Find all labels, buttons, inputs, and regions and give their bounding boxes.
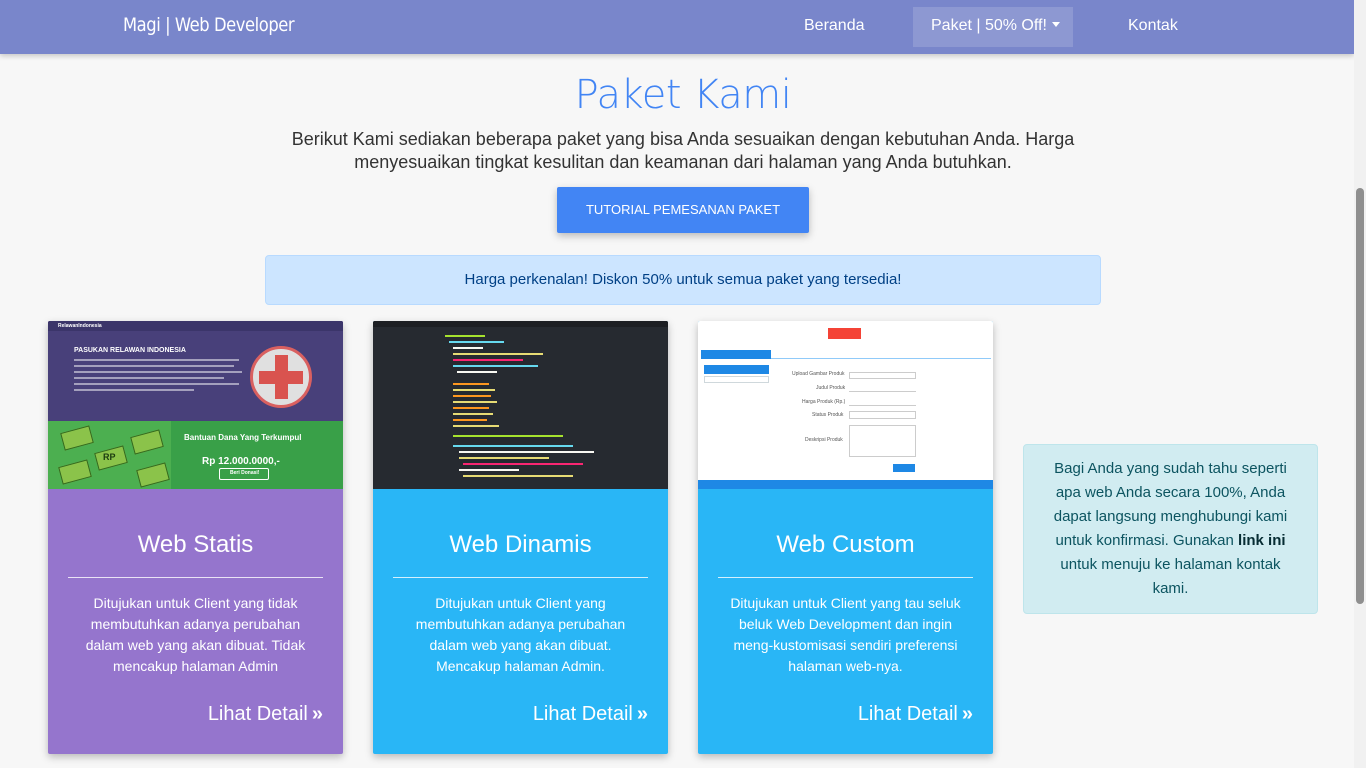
thumb-heading: PASUKAN RELAWAN INDONESIA [74,347,186,354]
package-card-custom: Upload Gambar Produk Judul Produk Harga … [698,321,993,754]
thumb-nav-brand: RelawanIndonesia [58,323,102,329]
card-thumbnail: RelawanIndonesia PASUKAN RELAWAN INDONES… [48,321,343,489]
code-editor-graphic [445,335,594,477]
card-detail-label: Lihat Detail [207,703,308,725]
card-description: Ditujukan untuk Client yang membutuhkan … [415,595,626,674]
package-card-dinamis: Web Dinamis Ditujukan untuk Client yang … [373,321,668,754]
page-lead: Berikut Kami sediakan beberapa paket yan… [291,129,1075,172]
card-detail-link[interactable]: Lihat Detail» [208,703,323,726]
thumb-field-judul: Judul Produk [816,385,846,391]
promo-alert: Harga perkenalan! Diskon 50% untuk semua… [265,255,1101,305]
card-body: Web Dinamis Ditujukan untuk Client yang … [373,489,668,754]
card-title: Web Custom [776,531,915,558]
card-divider [68,577,323,578]
package-card-statis: RelawanIndonesia PASUKAN RELAWAN INDONES… [48,321,343,754]
thumb-donate-button: Beri Donasi! [230,470,260,476]
card-divider [393,577,648,578]
navbar: Magi | Web Developer Beranda Paket | 50%… [0,0,1354,54]
page-title: Paket Kami [574,72,792,118]
card-body: Web Custom Ditujukan untuk Client yang t… [698,489,993,754]
contact-link[interactable]: link ini [1238,532,1286,549]
card-detail-link[interactable]: Lihat Detail» [533,703,648,726]
info-text-after: untuk menuju ke halaman kontak kami. [1060,556,1281,597]
thumb-fund-title: Bantuan Dana Yang Terkumpul [184,433,302,442]
double-chevron-right-icon: » [961,703,973,725]
card-title: Web Statis [137,531,254,558]
card-divider [718,577,973,578]
card-detail-link[interactable]: Lihat Detail» [858,703,973,726]
thumb-field-status: Status Produk [812,412,844,418]
card-detail-label: Lihat Detail [532,703,633,725]
thumb-money-label: RP [103,452,116,462]
card-description: Ditujukan untuk Client yang tau seluk be… [730,595,961,674]
thumb-field-deskripsi: Deskripsi Produk [805,437,843,443]
nav-dropdown-paket[interactable]: Paket | 50% Off! [913,7,1073,47]
caret-down-icon [1051,22,1060,27]
card-description: Ditujukan untuk Client yang tidak membut… [85,595,306,674]
nav-dropdown-text: Paket | 50% Off! [931,17,1047,34]
double-chevron-right-icon: » [311,703,323,725]
nav-link-kontak[interactable]: Kontak [1128,17,1178,35]
card-detail-label: Lihat Detail [857,703,958,725]
nav-link-beranda[interactable]: Beranda [804,17,865,35]
card-thumbnail [373,321,668,489]
card-body: Web Statis Ditujukan untuk Client yang t… [48,489,343,754]
thumb-fund-amount: Rp 12.000.0000,- [202,456,280,467]
tutorial-button[interactable]: TUTORIAL PEMESANAN PAKET [557,187,809,233]
double-chevron-right-icon: » [636,703,648,725]
nav-dropdown-label: Paket | 50% Off! [931,17,1060,35]
card-thumbnail: Upload Gambar Produk Judul Produk Harga … [698,321,993,489]
scrollbar-thumb[interactable] [1356,188,1364,604]
thumb-field-upload: Upload Gambar Produk [792,371,845,377]
navbar-brand[interactable]: Magi | Web Developer [123,14,295,36]
card-title: Web Dinamis [449,531,592,558]
thumb-field-harga: Harga Produk (Rp.) [802,399,846,405]
info-box: Bagi Anda yang sudah tahu seperti apa we… [1023,444,1318,614]
